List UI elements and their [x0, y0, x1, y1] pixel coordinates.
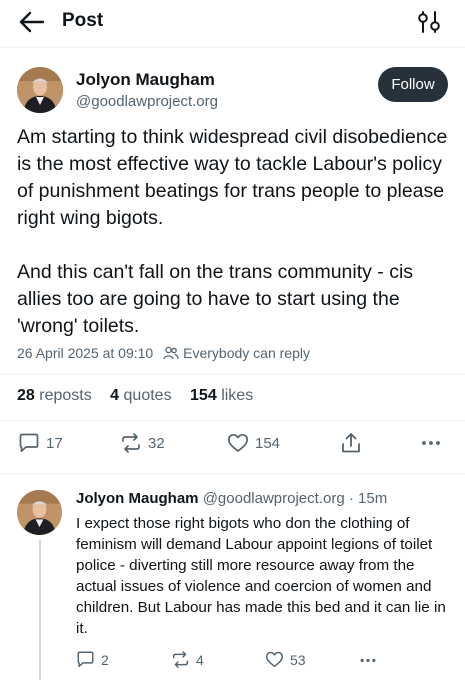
reply-setting: Everybody can reply: [183, 345, 310, 361]
reply-repost-count: 4: [196, 651, 204, 668]
quotes-stat[interactable]: 4 quotes: [110, 387, 171, 404]
reposts-stat[interactable]: 28 reposts: [17, 387, 92, 404]
author-name[interactable]: Jolyon Maugham: [76, 70, 215, 90]
share-button[interactable]: [340, 432, 362, 454]
avatar[interactable]: [17, 67, 63, 113]
speech-bubble-icon: [19, 433, 39, 452]
reply-avatar[interactable]: [17, 490, 62, 535]
reply-reply-button[interactable]: 2: [76, 651, 109, 668]
page-title: Post: [62, 10, 104, 31]
ellipsis-icon: [422, 441, 440, 445]
repost-count: 32: [148, 434, 165, 452]
divider: [0, 47, 465, 48]
reposts-label: reposts: [39, 387, 92, 404]
reply-text: I expect those right bigots who don the …: [76, 515, 446, 637]
reposts-count: 28: [17, 387, 35, 404]
divider: [0, 473, 465, 474]
sliders-icon[interactable]: [414, 8, 444, 36]
post-timestamp[interactable]: 26 April 2025 at 09:10: [17, 345, 153, 361]
top-bar: Post: [0, 0, 465, 44]
divider: [0, 374, 465, 375]
like-button[interactable]: 154: [227, 433, 280, 453]
repost-button[interactable]: 32: [120, 433, 165, 453]
reply-repost-button[interactable]: 4: [171, 651, 204, 668]
reply-author-handle[interactable]: @goodlawproject.org: [203, 490, 345, 507]
post-text: Am starting to think widespread civil di…: [17, 126, 448, 337]
share-icon: [342, 433, 360, 453]
reply-header: Jolyon Maugham @goodlawproject.org · 15m: [76, 490, 387, 507]
avatar-photo: [17, 67, 63, 113]
speech-bubble-icon: [77, 651, 94, 668]
follow-button[interactable]: Follow: [378, 67, 448, 102]
likes-count: 154: [190, 387, 217, 404]
avatar-photo: [17, 490, 62, 535]
likes-stat[interactable]: 154 likes: [190, 387, 253, 404]
thread-line: [39, 540, 41, 680]
reply-like-count: 53: [290, 651, 306, 668]
repost-arrows-icon: [122, 433, 140, 453]
reply-more-options-button[interactable]: [359, 658, 377, 663]
reply-age[interactable]: 15m: [358, 490, 387, 507]
divider: [0, 420, 465, 421]
quotes-count: 4: [110, 387, 120, 404]
arrow-left-icon[interactable]: [18, 9, 46, 35]
reply-like-button[interactable]: 53: [265, 651, 306, 668]
reply-button[interactable]: 17: [18, 433, 63, 453]
reply-reply-count: 2: [101, 651, 109, 668]
post-meta: 26 April 2025 at 09:10 Everybody can rep…: [17, 345, 310, 361]
reply-author-name[interactable]: Jolyon Maugham: [76, 490, 199, 507]
likes-label: likes: [221, 387, 254, 404]
ellipsis-icon: [360, 658, 376, 663]
quotes-label: quotes: [123, 387, 172, 404]
heart-icon: [227, 433, 249, 452]
people-icon: [163, 346, 179, 360]
reply-count: 17: [46, 434, 63, 452]
like-count: 154: [255, 434, 281, 452]
author-handle[interactable]: @goodlawproject.org: [76, 93, 218, 110]
repost-arrows-icon: [172, 651, 189, 668]
reply-separator: ·: [348, 490, 354, 507]
heart-icon: [265, 651, 284, 668]
post-stats: 28 reposts 4 quotes 154 likes: [17, 387, 253, 405]
more-options-button[interactable]: [421, 440, 441, 446]
